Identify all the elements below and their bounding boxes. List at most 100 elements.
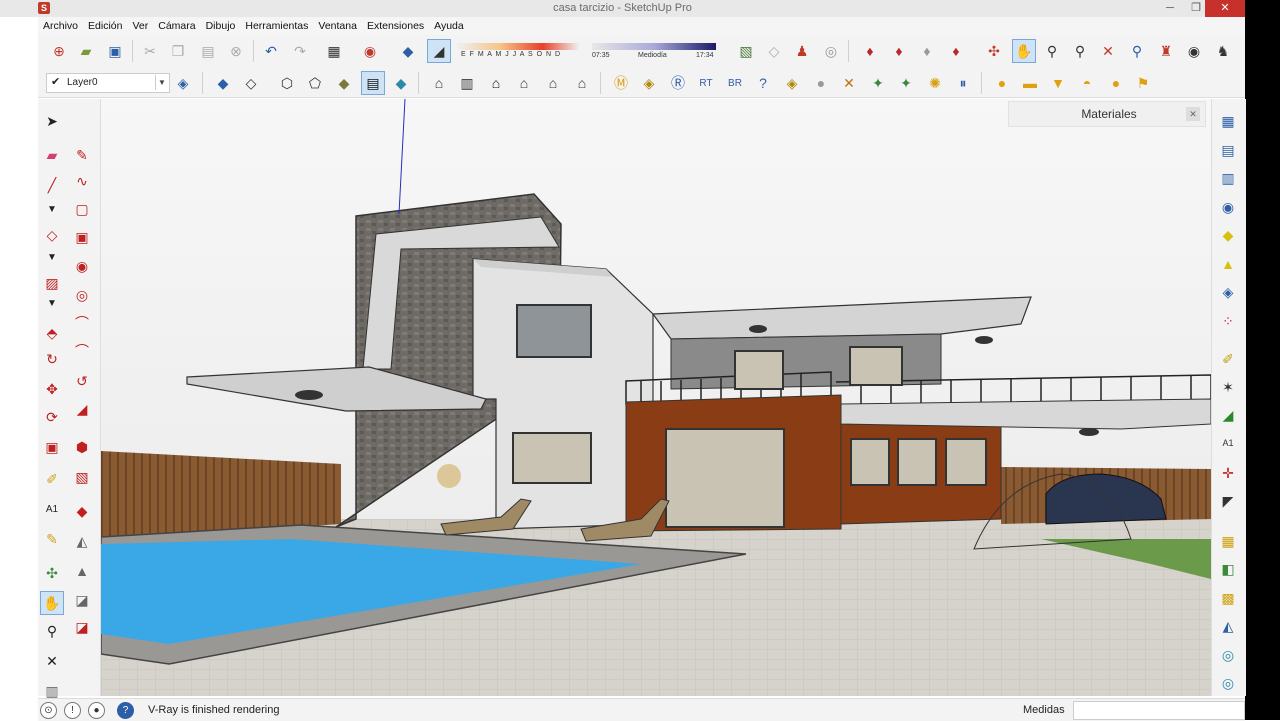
layer-dropdown[interactable]: ✔ Layer0 ▼ xyxy=(46,73,170,93)
tape-icon[interactable]: ✐ xyxy=(41,468,63,490)
dimension-icon[interactable]: ✶ xyxy=(1217,376,1239,398)
look-around-icon[interactable]: ◉ xyxy=(1183,40,1205,62)
menu-camara[interactable]: Cámara xyxy=(153,20,200,32)
polygon-icon[interactable]: ▣ xyxy=(71,226,93,248)
omni-light-icon[interactable]: ● xyxy=(991,72,1013,94)
ruby-icon[interactable]: ♦ xyxy=(859,40,881,62)
move-icon[interactable]: ✥ xyxy=(41,378,63,400)
textured-icon[interactable]: ▤ xyxy=(361,71,385,95)
text-icon[interactable]: A1 xyxy=(1217,432,1239,454)
three-point-arc-icon[interactable]: ⌒ xyxy=(71,340,93,362)
3d-warehouse-icon[interactable]: ◎ xyxy=(820,40,842,62)
section-plane-icon[interactable]: ◤ xyxy=(1217,490,1239,512)
house-icon[interactable]: ⌂ xyxy=(428,72,450,94)
figure-icon[interactable]: ♟ xyxy=(791,40,813,62)
protractor-icon[interactable]: ◆ xyxy=(71,500,93,522)
vray-mesh-icon[interactable]: ✕ xyxy=(838,72,860,94)
components-icon[interactable]: ▥ xyxy=(1217,167,1239,189)
circle-icon[interactable]: ◉ xyxy=(71,255,93,277)
vray-pause-icon[interactable]: ⏸ xyxy=(952,72,974,94)
pie-icon[interactable]: ⌒ xyxy=(71,312,93,334)
dome-light-icon[interactable]: ◓ xyxy=(1076,72,1098,94)
walk-icon[interactable]: ♞ xyxy=(1212,40,1234,62)
push-pull-icon[interactable]: ⬘ xyxy=(41,322,63,344)
zoom-extents-icon[interactable]: ✕ xyxy=(1097,40,1119,62)
menu-edicion[interactable]: Edición xyxy=(83,20,127,32)
back-view-icon[interactable]: ◆ xyxy=(333,72,355,94)
monochrome-icon[interactable]: ◆ xyxy=(390,72,412,94)
styles-icon[interactable]: ▲ xyxy=(1217,253,1239,275)
pan-icon[interactable]: ✋ xyxy=(40,591,64,615)
vray-options-icon[interactable]: ◈ xyxy=(638,72,660,94)
menu-extensiones[interactable]: Extensiones xyxy=(362,20,429,32)
shadow-time-slider[interactable]: 07:35 Mediodía 17:34 xyxy=(592,43,716,61)
chevron-down-icon[interactable]: ▼ xyxy=(41,246,63,268)
shadow-date-slider[interactable]: E F M A M J J A S O N D xyxy=(457,43,579,61)
outliner-icon[interactable]: ▤ xyxy=(1217,139,1239,161)
chevron-down-icon[interactable]: ▼ xyxy=(41,292,63,314)
chevron-down-icon[interactable]: ▼ xyxy=(41,198,63,220)
save-icon[interactable]: ▣ xyxy=(104,40,126,62)
drape-icon[interactable]: ◧ xyxy=(1217,558,1239,580)
vray-proxy-icon[interactable]: ✦ xyxy=(867,72,889,94)
chevron-down-icon[interactable]: ▼ xyxy=(155,75,168,90)
arc-icon[interactable]: ▨ xyxy=(41,272,63,294)
position-camera-icon[interactable]: ♜ xyxy=(1155,40,1177,62)
entity-info-icon[interactable]: ◉ xyxy=(1217,196,1239,218)
redo-icon[interactable]: ↷ xyxy=(289,40,311,62)
axes-icon[interactable]: ✛ xyxy=(1217,462,1239,484)
model-info-icon[interactable]: ◉ xyxy=(359,40,381,62)
vray-render-icon[interactable]: Ⓡ xyxy=(667,72,689,94)
menu-archivo[interactable]: Archivo xyxy=(38,20,83,32)
text-icon[interactable]: A1 xyxy=(41,498,63,520)
back-house-icon[interactable]: ⌂ xyxy=(542,72,564,94)
soften-icon[interactable]: ⁘ xyxy=(1217,310,1239,332)
pan-icon[interactable]: ✋ xyxy=(1012,39,1036,63)
look-around-icon[interactable]: ◪ xyxy=(71,616,93,638)
erase-icon[interactable]: ⊗ xyxy=(225,40,247,62)
geolocation-icon[interactable]: ⊙ xyxy=(40,702,57,719)
measurements-input[interactable] xyxy=(1073,701,1245,720)
tape-icon[interactable]: ✐ xyxy=(1217,348,1239,370)
close-icon[interactable]: ✕ xyxy=(1186,107,1200,121)
top-view-icon[interactable]: ◇ xyxy=(240,72,262,94)
protractor-icon[interactable]: ◢ xyxy=(1217,404,1239,426)
section-icon[interactable]: ⬢ xyxy=(71,436,93,458)
select-icon[interactable]: ➤ xyxy=(41,110,63,132)
follow-me-icon[interactable]: ↻ xyxy=(41,348,63,370)
rectangle-icon[interactable]: ▢ xyxy=(71,198,93,220)
zoom-window-icon[interactable]: ⚲ xyxy=(1069,40,1091,62)
menu-ver[interactable]: Ver xyxy=(127,20,153,32)
two-point-arc-icon[interactable]: ◎ xyxy=(71,284,93,306)
orbit-icon[interactable]: ✣ xyxy=(983,40,1005,62)
spot-light-icon[interactable]: ▼ xyxy=(1047,72,1069,94)
component-icon[interactable]: ◆ xyxy=(397,40,419,62)
menu-ayuda[interactable]: Ayuda xyxy=(429,20,469,32)
offset-icon[interactable]: ◢ xyxy=(71,398,93,420)
flip-icon[interactable]: ◎ xyxy=(1217,644,1239,666)
menu-herramientas[interactable]: Herramientas xyxy=(240,20,313,32)
right-view-icon[interactable]: ⬠ xyxy=(304,72,326,94)
photo-texture-icon[interactable]: ◇ xyxy=(763,40,785,62)
scenes-icon[interactable]: ◆ xyxy=(1217,224,1239,246)
materials-tray[interactable]: Materiales ✕ xyxy=(1008,101,1206,127)
paste-icon[interactable]: ▤ xyxy=(197,40,219,62)
pencil-icon[interactable]: ✎ xyxy=(71,144,93,166)
house-outline-icon[interactable]: ⌂ xyxy=(485,72,507,94)
map-icon[interactable]: ▧ xyxy=(735,40,757,62)
rotate-arc-icon[interactable]: ↺ xyxy=(71,370,93,392)
cut-icon[interactable]: ✂ xyxy=(139,40,161,62)
house-side-icon[interactable]: ⌂ xyxy=(513,72,535,94)
vray-grass-icon[interactable]: ✦ xyxy=(895,72,917,94)
new-file-icon[interactable]: ⊕ xyxy=(48,40,70,62)
copy-icon[interactable]: ❐ xyxy=(167,40,189,62)
layer-manager-icon[interactable]: ◈ xyxy=(172,72,194,94)
vray-light-icon[interactable]: ◈ xyxy=(781,72,803,94)
smoove-icon[interactable]: ◭ xyxy=(1217,615,1239,637)
rotate-icon[interactable]: ⟳ xyxy=(41,406,63,428)
dimension-icon[interactable]: ▧ xyxy=(71,466,93,488)
info-icon[interactable]: ! xyxy=(64,702,81,719)
orbit-icon[interactable]: ✣ xyxy=(41,562,63,584)
zoom-icon[interactable]: ⚲ xyxy=(41,620,63,642)
line-icon[interactable]: ╱ xyxy=(41,174,63,196)
